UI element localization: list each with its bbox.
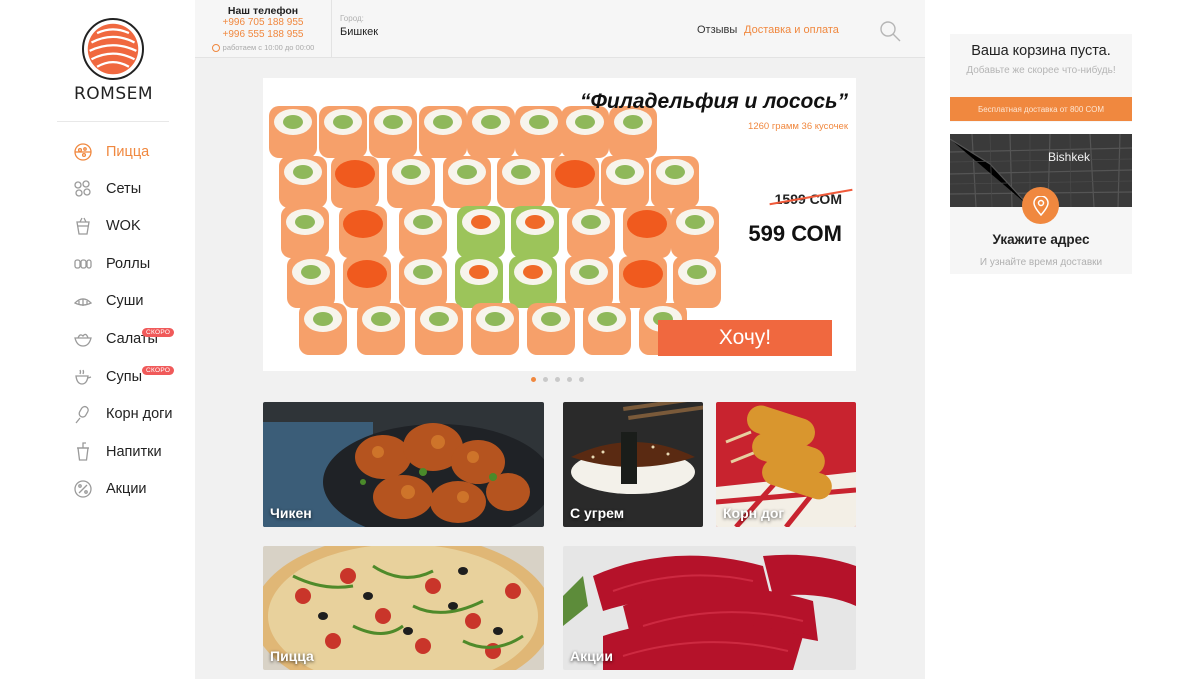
sidebar-item-promos[interactable]: Акции bbox=[70, 474, 195, 504]
old-price: 1599 СОМ bbox=[769, 188, 853, 207]
map-city-label: Bishkek bbox=[1048, 150, 1091, 164]
category-tile-chicken[interactable]: Чикен bbox=[263, 402, 544, 527]
hero-subtitle: 1260 грамм 36 кусочек bbox=[748, 121, 848, 132]
want-button[interactable]: Хочу! bbox=[658, 320, 832, 356]
address-widget: Bishkek Укажите адрес И узнайте время до… bbox=[950, 134, 1132, 274]
sidebar-item-label: Роллы bbox=[106, 256, 151, 272]
location-pin-button[interactable] bbox=[1022, 187, 1059, 224]
soup-icon bbox=[70, 366, 96, 388]
sidebar-item-rolls[interactable]: Роллы bbox=[70, 249, 195, 279]
drink-icon bbox=[70, 441, 96, 463]
sidebar-divider bbox=[57, 121, 169, 122]
delivery-link[interactable]: Доставка и оплата bbox=[744, 24, 839, 36]
corn-dog-icon bbox=[70, 403, 96, 425]
rolls-icon bbox=[70, 253, 96, 275]
sidebar-item-label: WOK bbox=[106, 218, 141, 234]
location-pin-icon bbox=[1032, 195, 1049, 216]
tile-label: Акции bbox=[570, 648, 613, 664]
logo[interactable] bbox=[82, 18, 144, 80]
category-tile-eel[interactable]: С угрем bbox=[563, 402, 703, 527]
sushi-icon bbox=[70, 290, 96, 312]
tile-label: Пицца bbox=[270, 648, 314, 664]
hero-title: “Филадельфия и лосось” bbox=[580, 90, 848, 113]
salad-icon bbox=[70, 328, 96, 350]
clock-icon bbox=[211, 43, 220, 52]
sidebar-item-sets[interactable]: Сеты bbox=[70, 174, 195, 204]
discount-icon bbox=[70, 478, 96, 500]
sidebar-item-sushi[interactable]: Суши bbox=[70, 286, 195, 316]
sidebar-item-label: Пицца bbox=[106, 144, 150, 160]
slider-dot[interactable] bbox=[543, 377, 548, 382]
wok-box-icon bbox=[70, 215, 96, 237]
search-icon bbox=[880, 21, 901, 42]
main-content: Наш телефон +996 705 188 955 +996 555 18… bbox=[195, 0, 925, 679]
top-bar: Наш телефон +996 705 188 955 +996 555 18… bbox=[195, 0, 925, 58]
free-delivery-banner: Бесплатная доставка от 800 СОМ bbox=[950, 97, 1132, 121]
sets-icon bbox=[70, 178, 96, 200]
category-tile-corn-dog[interactable]: Корн дог bbox=[716, 402, 856, 527]
phone-number-2[interactable]: +996 555 188 955 bbox=[195, 29, 331, 41]
slider-dot[interactable] bbox=[567, 377, 572, 382]
slider-dot[interactable] bbox=[531, 377, 536, 382]
soon-badge: СКОРО bbox=[142, 366, 175, 375]
sidebar-item-label: Акции bbox=[106, 481, 147, 497]
sidebar-item-label: Сеты bbox=[106, 181, 142, 197]
slider-dot[interactable] bbox=[579, 377, 584, 382]
sidebar-item-label: Корн доги bbox=[106, 406, 173, 422]
working-hours-text: работаем с 10:00 до 00:00 bbox=[222, 43, 315, 52]
category-tile-promos[interactable]: Акции bbox=[563, 546, 856, 670]
sidebar: ROMSEM Пицца Сеты WOK Роллы Суши Салаты … bbox=[0, 0, 195, 679]
cart-title: Ваша корзина пуста. bbox=[971, 43, 1111, 59]
category-tile-pizza[interactable]: Пицца bbox=[263, 546, 544, 670]
slider-dots bbox=[531, 377, 584, 382]
cart-widget: Ваша корзина пуста. Добавьте же скорее ч… bbox=[950, 34, 1132, 122]
phone-title: Наш телефон bbox=[227, 5, 299, 17]
tile-label: Чикен bbox=[270, 505, 312, 521]
tile-label: С угрем bbox=[570, 505, 625, 521]
sidebar-item-soups[interactable]: Супы СКОРО bbox=[70, 362, 195, 392]
sidebar-item-pizza[interactable]: Пицца bbox=[70, 137, 195, 167]
city-selector[interactable]: Город: Бишкек bbox=[340, 14, 378, 38]
cart-subtitle: Добавьте же скорее что-нибудь! bbox=[966, 65, 1116, 76]
search-button[interactable] bbox=[879, 20, 901, 42]
city-value: Бишкек bbox=[340, 26, 379, 38]
reviews-link[interactable]: Отзывы bbox=[697, 24, 737, 36]
city-caption: Город: bbox=[340, 14, 364, 23]
sidebar-item-label: Супы bbox=[106, 369, 142, 385]
address-subtitle: И узнайте время доставки bbox=[979, 257, 1103, 268]
pizza-icon bbox=[70, 141, 96, 163]
tile-label: Корн дог bbox=[723, 505, 785, 521]
slider-dot[interactable] bbox=[555, 377, 560, 382]
sidebar-item-corn-dogs[interactable]: Корн доги bbox=[70, 399, 195, 429]
sidebar-item-label: Суши bbox=[106, 293, 144, 309]
phone-number-1[interactable]: +996 705 188 955 bbox=[195, 17, 331, 29]
hero-banner: “Филадельфия и лосось” 1260 грамм 36 кус… bbox=[263, 78, 856, 371]
phone-block: Наш телефон +996 705 188 955 +996 555 18… bbox=[195, 0, 332, 58]
new-price: 599 СОМ bbox=[748, 221, 842, 246]
brand-name: ROMSEM bbox=[73, 84, 154, 104]
sidebar-item-salads[interactable]: Салаты СКОРО bbox=[70, 324, 195, 354]
address-title[interactable]: Укажите адрес bbox=[950, 232, 1132, 247]
soon-badge: СКОРО bbox=[142, 328, 175, 337]
sidebar-item-drinks[interactable]: Напитки bbox=[70, 437, 195, 467]
working-hours: работаем с 10:00 до 00:00 bbox=[195, 43, 331, 52]
sidebar-item-wok[interactable]: WOK bbox=[70, 211, 195, 241]
sidebar-item-label: Напитки bbox=[106, 444, 162, 460]
